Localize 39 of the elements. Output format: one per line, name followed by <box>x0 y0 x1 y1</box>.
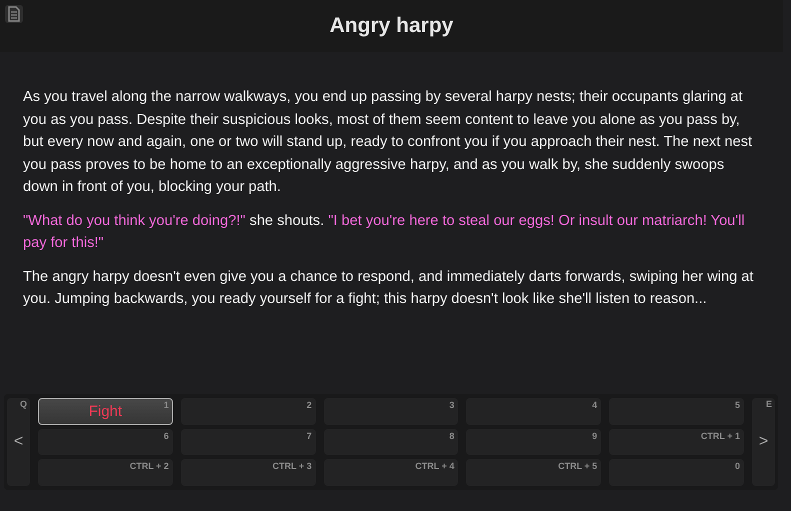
hotkey-label: CTRL + 5 <box>558 461 598 472</box>
hotkey-label: CTRL + 1 <box>700 430 740 441</box>
empty-action-slot[interactable]: 3 <box>324 398 458 425</box>
empty-action-slot[interactable]: CTRL + 4 <box>324 459 458 486</box>
empty-action-slot[interactable]: CTRL + 5 <box>466 459 602 486</box>
empty-action-slot[interactable]: 9 <box>466 428 602 456</box>
empty-action-slot[interactable]: 2 <box>180 398 316 425</box>
document-icon[interactable] <box>4 4 24 24</box>
empty-action-slot[interactable]: 0 <box>609 459 744 486</box>
hotkey-label: E <box>766 399 772 409</box>
empty-action-slot[interactable]: 8 <box>324 428 458 456</box>
hotkey-label: 5 <box>734 400 740 410</box>
story-paragraph: The angry harpy doesn't even give you a chance to respond, and immediately darts forwards, swiping her wing at you. Jumping backwards, you ready yourself for a fight; this harpy doesn't look like she'll listen to reason... <box>23 268 754 309</box>
empty-action-slot[interactable]: 6 <box>38 428 173 456</box>
hotkey-label: CTRL + 3 <box>272 461 312 472</box>
hotkey-label: 1 <box>164 400 169 410</box>
hotkey-label: 0 <box>734 461 740 472</box>
scene-title: Angry harpy <box>330 14 454 38</box>
hotkey-label: 7 <box>306 430 312 441</box>
empty-action-slot[interactable]: CTRL + 1 <box>609 428 744 456</box>
hotkey-label: 6 <box>164 430 169 441</box>
hotkey-label: Q <box>20 399 27 409</box>
story-paragraph: "What do you think you're doing?!" she shouts. "I bet you're here to steal our eggs! Or insult our matriarch! You'll pay for this!" <box>23 212 746 253</box>
empty-action-slot[interactable]: 5 <box>609 398 744 425</box>
hotkey-label: CTRL + 4 <box>415 461 454 472</box>
hotkey-label: 8 <box>449 430 454 441</box>
action-button[interactable]: Fight 1 <box>38 398 173 425</box>
empty-action-slot[interactable]: 4 <box>466 398 602 425</box>
empty-action-slot[interactable]: 7 <box>180 428 316 456</box>
previous-page-button[interactable]: < Q <box>7 398 30 486</box>
next-page-button[interactable]: > E <box>752 398 775 486</box>
hotkey-label: 2 <box>306 400 312 410</box>
empty-action-slot[interactable]: CTRL + 2 <box>38 459 173 486</box>
hotkey-label: 3 <box>449 400 454 410</box>
hotkey-label: CTRL + 2 <box>130 461 169 472</box>
hotkey-label: 9 <box>592 430 598 441</box>
empty-action-slot[interactable]: CTRL + 3 <box>180 459 316 486</box>
hotkey-label: 4 <box>592 400 598 410</box>
story-paragraph: As you travel along the narrow walkways, you end up passing by several harpy nests; their occupants glaring at you as you pass. Despite their suspicious looks, most of them seem content to leave you alone as you pass by, but every now and again, one or two will stand up, ready to confront you if you approach their nest. The next nest you pass proves to be home to an exceptionally aggressive harpy, and as you walk by, she suddenly swoops down in front of you, blocking your path. <box>23 88 754 197</box>
